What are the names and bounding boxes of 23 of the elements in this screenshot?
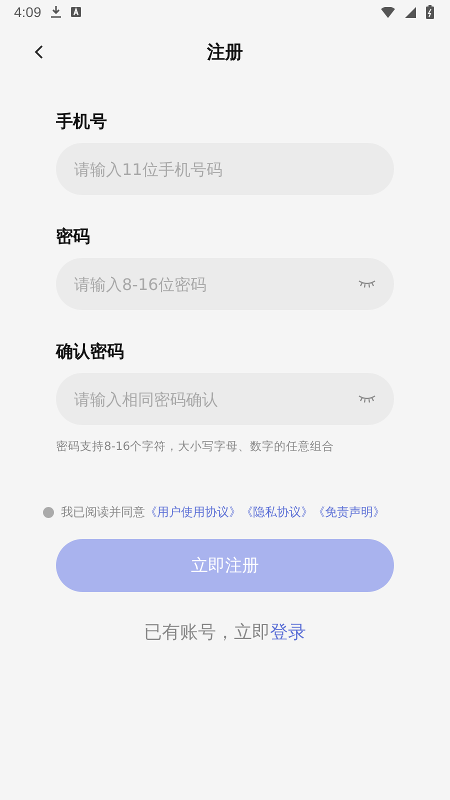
page-title: 注册 — [207, 41, 243, 64]
eye-closed-icon[interactable] — [358, 395, 376, 403]
input-field[interactable]: 请输入11位手机号码 — [56, 143, 394, 195]
agreement-text: 我已阅读并同意 — [61, 504, 145, 521]
field-label: 手机号 — [56, 111, 107, 133]
login-prompt: 已有账号，立即 — [144, 622, 270, 643]
agreement-link[interactable]: 《隐私协议》 — [241, 504, 313, 521]
wifi-icon — [381, 6, 395, 18]
input-field[interactable]: 请输入8-16位密码 — [56, 258, 394, 310]
eye-closed-icon[interactable] — [358, 280, 376, 288]
password-hint: 密码支持8-16个字符，大小写字母、数字的任意组合 — [56, 439, 334, 454]
agree-checkbox[interactable] — [43, 507, 54, 518]
agreement-link[interactable]: 《用户使用协议》 — [145, 504, 241, 521]
battery-icon — [426, 5, 434, 19]
field-label: 确认密码 — [56, 341, 124, 363]
login-link[interactable]: 登录 — [270, 622, 306, 643]
download-icon — [51, 6, 62, 18]
app-notification-icon — [71, 7, 82, 17]
input-field[interactable]: 请输入相同密码确认 — [56, 373, 394, 425]
field-label: 密码 — [56, 226, 90, 248]
signal-icon — [405, 6, 416, 18]
agreement-link[interactable]: 《免责声明》 — [313, 504, 385, 521]
status-time: 4:09 — [14, 4, 42, 20]
